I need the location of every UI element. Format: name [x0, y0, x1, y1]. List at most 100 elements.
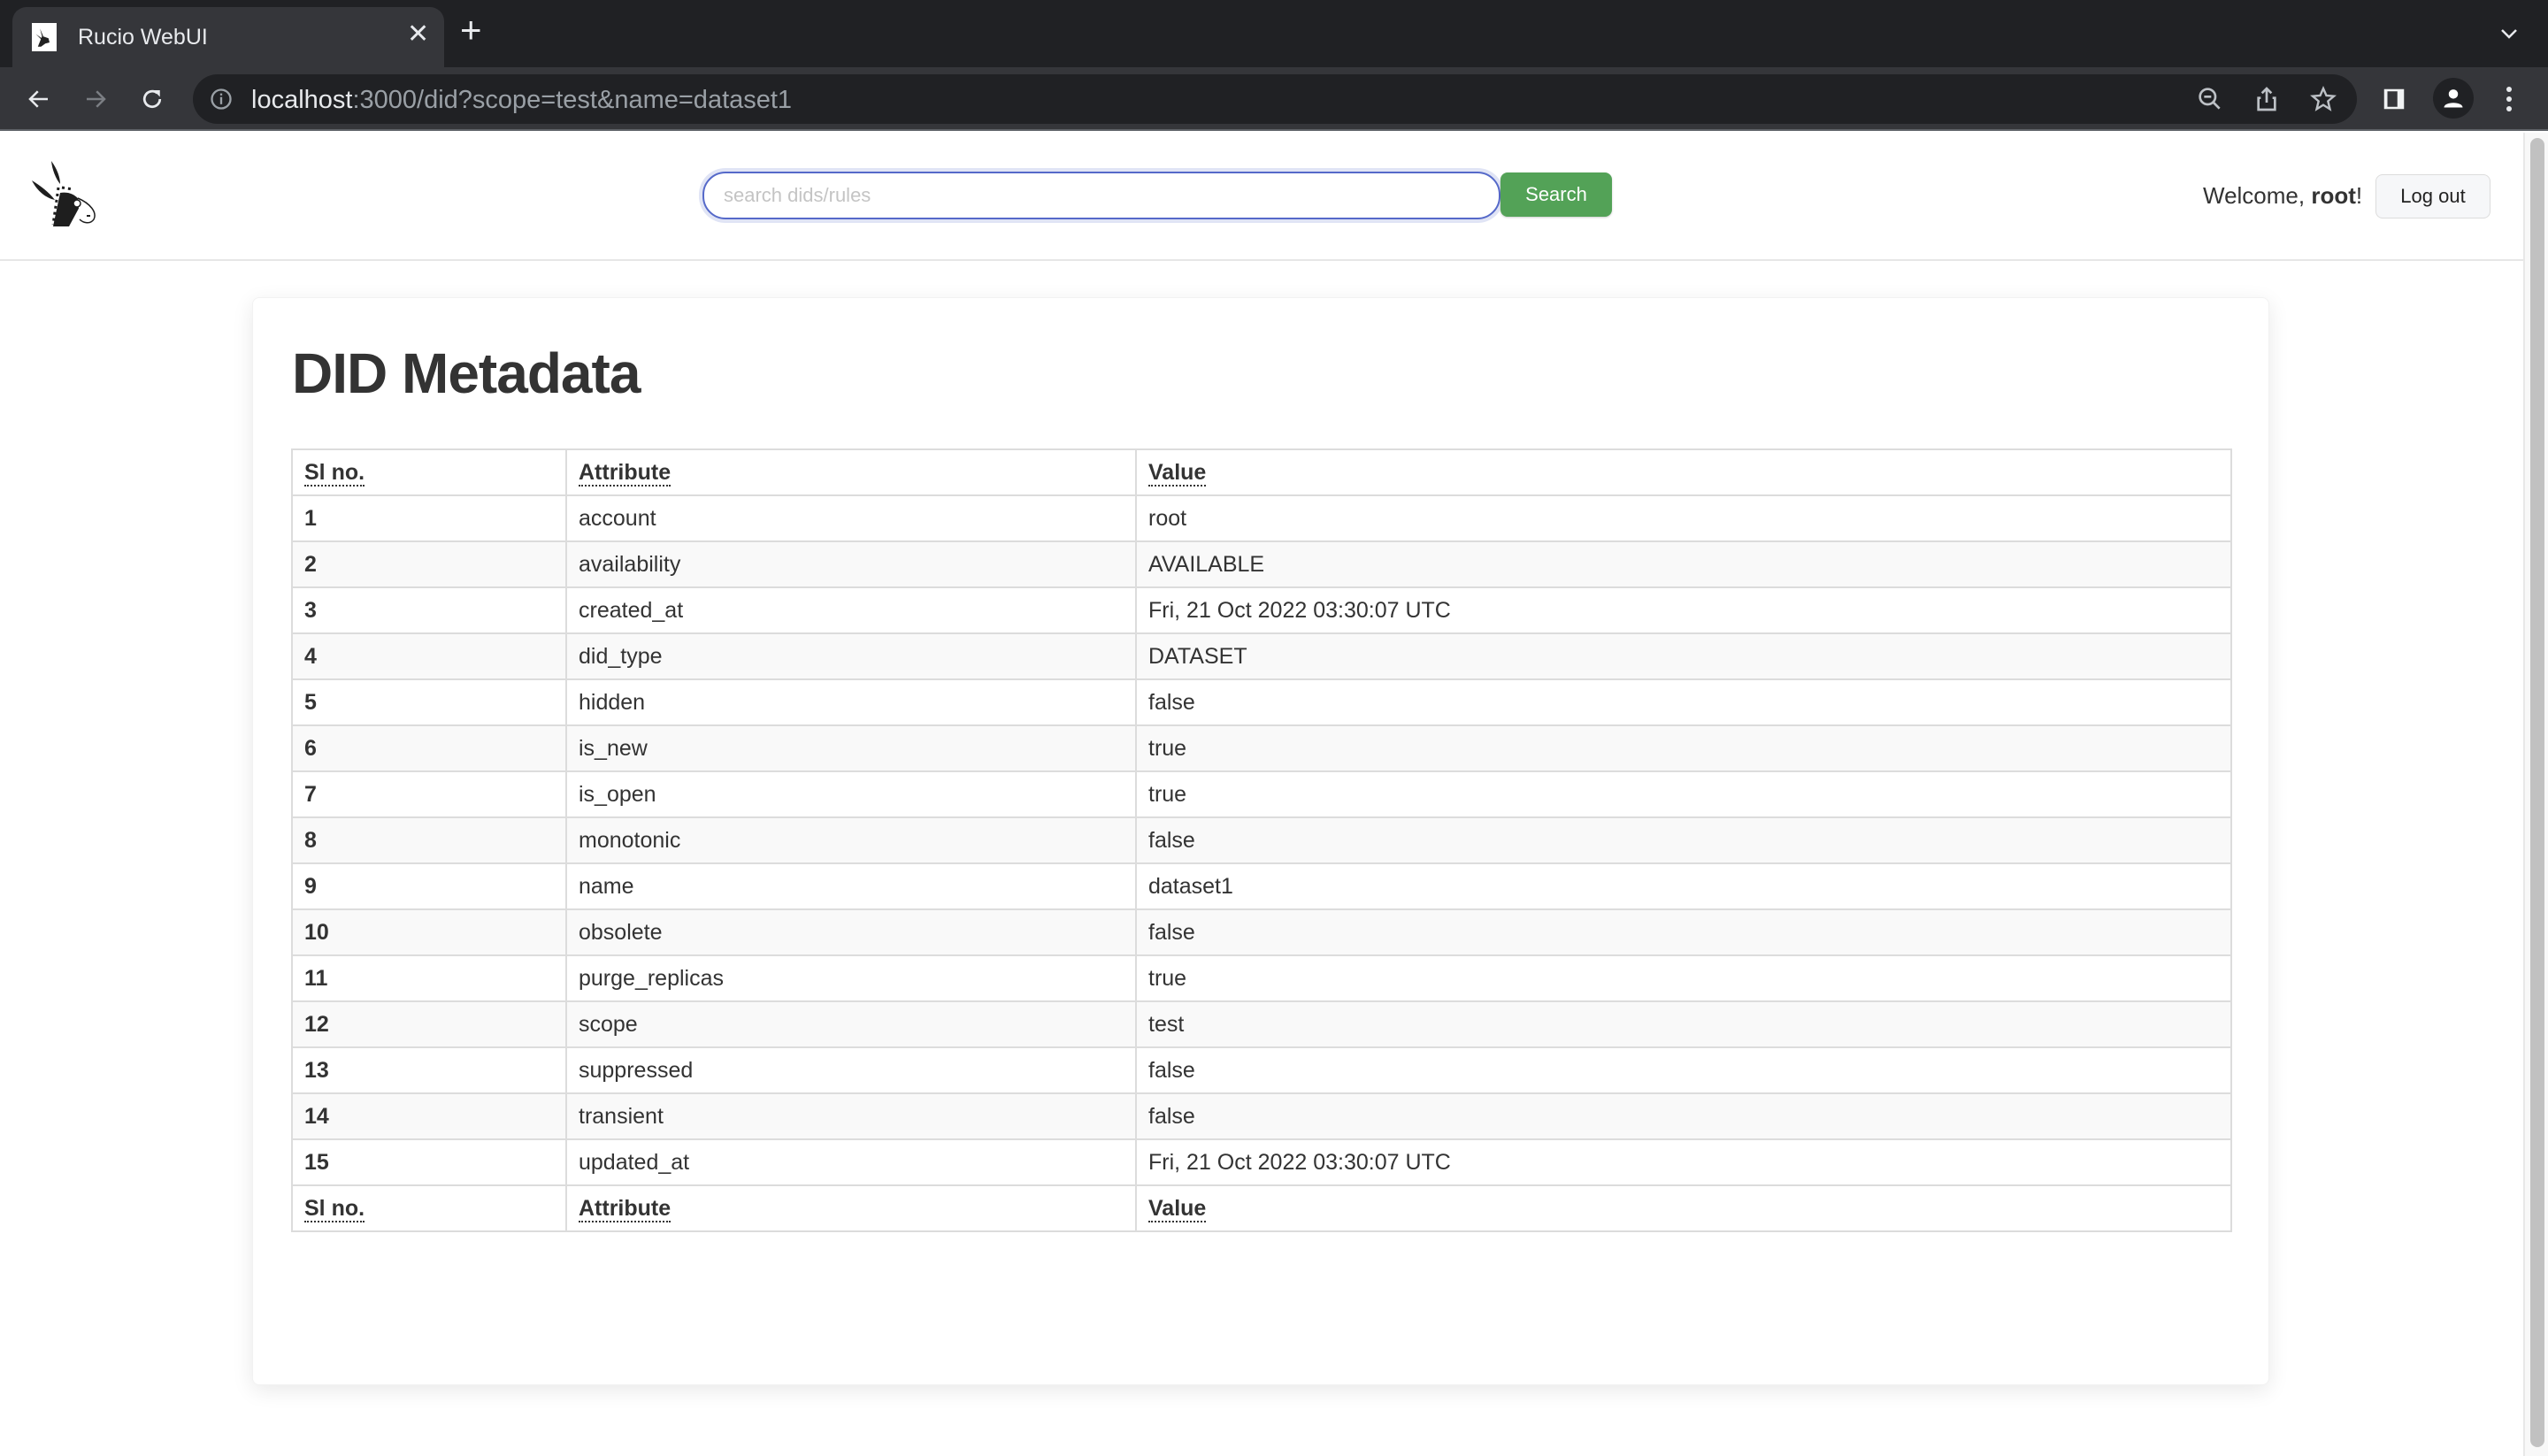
row-number: 15	[291, 1138, 567, 1186]
row-value: Fri, 21 Oct 2022 03:30:07 UTC	[1135, 586, 2232, 634]
row-value: false	[1135, 816, 2232, 864]
table-row: 15 updated_at Fri, 21 Oct 2022 03:30:07 UT…	[291, 1138, 2232, 1186]
info-icon[interactable]	[209, 87, 234, 111]
table-row: 9 name dataset1	[291, 862, 2232, 910]
row-attribute: name	[565, 862, 1137, 910]
did-metadata-card: DID Metadata Sl no. Attribute Value 1 acc…	[252, 297, 2269, 1385]
row-value: false	[1135, 1092, 2232, 1140]
row-number: 10	[291, 908, 567, 956]
page-scrollbar[interactable]	[2523, 133, 2548, 1456]
row-value: test	[1135, 1000, 2232, 1048]
row-number: 9	[291, 862, 567, 910]
close-tab-icon[interactable]: ✕	[407, 21, 429, 48]
search-button[interactable]: Search	[1500, 172, 1612, 217]
column-header-sl-no[interactable]: Sl no.	[291, 448, 567, 496]
row-attribute: is_new	[565, 724, 1137, 772]
row-value: true	[1135, 770, 2232, 818]
column-header-value[interactable]: Value	[1135, 448, 2232, 496]
table-footer-row: Sl no. Attribute Value	[291, 1184, 2232, 1232]
row-value: true	[1135, 954, 2232, 1002]
row-value: false	[1135, 678, 2232, 726]
browser-toolbar: localhost:3000/did?scope=test&name=datas…	[0, 67, 2548, 131]
logout-button[interactable]: Log out	[2375, 174, 2490, 218]
row-number: 6	[291, 724, 567, 772]
row-attribute: hidden	[565, 678, 1137, 726]
menu-icon[interactable]	[2493, 83, 2525, 115]
welcome-message: Welcome, root!	[2203, 182, 2363, 209]
reload-icon[interactable]	[133, 80, 172, 119]
table-row: 4 did_type DATASET	[291, 632, 2232, 680]
page-title: DID Metadata	[292, 341, 641, 405]
bookmark-star-icon[interactable]	[2309, 85, 2337, 113]
row-attribute: purge_replicas	[565, 954, 1137, 1002]
chevron-down-icon[interactable]	[2498, 23, 2520, 44]
tab-title: Rucio WebUI	[78, 25, 208, 50]
table-row: 1 account root	[291, 494, 2232, 542]
browser-tabstrip: Rucio WebUI ✕ +	[0, 0, 2548, 67]
page-viewport: Search Welcome, root! Log out DID Metada…	[0, 133, 2525, 1456]
row-attribute: transient	[565, 1092, 1137, 1140]
row-number: 8	[291, 816, 567, 864]
row-attribute: scope	[565, 1000, 1137, 1048]
address-bar[interactable]: localhost:3000/did?scope=test&name=datas…	[193, 74, 2357, 124]
back-icon[interactable]	[19, 80, 58, 119]
column-header-attribute[interactable]: Attribute	[565, 448, 1137, 496]
row-number: 3	[291, 586, 567, 634]
row-number: 13	[291, 1046, 567, 1094]
row-number: 1	[291, 494, 567, 542]
table-row: 8 monotonic false	[291, 816, 2232, 864]
row-number: 4	[291, 632, 567, 680]
row-attribute: monotonic	[565, 816, 1137, 864]
row-value: root	[1135, 494, 2232, 542]
footer-header-sl-no[interactable]: Sl no.	[291, 1184, 567, 1232]
table-row: 3 created_at Fri, 21 Oct 2022 03:30:07 UTC	[291, 586, 2232, 634]
table-row: 12 scope test	[291, 1000, 2232, 1048]
row-number: 14	[291, 1092, 567, 1140]
row-number: 12	[291, 1000, 567, 1048]
row-attribute: suppressed	[565, 1046, 1137, 1094]
row-value: false	[1135, 908, 2232, 956]
row-number: 2	[291, 540, 567, 588]
row-value: DATASET	[1135, 632, 2232, 680]
row-attribute: account	[565, 494, 1137, 542]
row-attribute: is_open	[565, 770, 1137, 818]
side-panel-icon[interactable]	[2378, 83, 2410, 115]
zoom-out-icon[interactable]	[2196, 85, 2224, 113]
table-row: 10 obsolete false	[291, 908, 2232, 956]
share-icon[interactable]	[2253, 85, 2281, 113]
row-attribute: obsolete	[565, 908, 1137, 956]
url-text[interactable]: localhost:3000/did?scope=test&name=datas…	[251, 86, 792, 115]
table-row: 5 hidden false	[291, 678, 2232, 726]
table-header-row: Sl no. Attribute Value	[291, 448, 2232, 496]
table-row: 7 is_open true	[291, 770, 2232, 818]
new-tab-icon[interactable]: +	[460, 11, 482, 49]
row-value: AVAILABLE	[1135, 540, 2232, 588]
metadata-table: Sl no. Attribute Value 1 account root 2 avai…	[291, 448, 2232, 1232]
footer-header-value[interactable]: Value	[1135, 1184, 2232, 1232]
rucio-favicon-icon	[32, 23, 57, 51]
row-attribute: did_type	[565, 632, 1137, 680]
table-row: 13 suppressed false	[291, 1046, 2232, 1094]
site-navbar: Search Welcome, root! Log out	[0, 133, 2525, 261]
row-value: dataset1	[1135, 862, 2232, 910]
scrollbar-thumb[interactable]	[2530, 138, 2544, 1447]
forward-icon[interactable]	[76, 80, 115, 119]
table-row: 14 transient false	[291, 1092, 2232, 1140]
row-value: false	[1135, 1046, 2232, 1094]
footer-header-attribute[interactable]: Attribute	[565, 1184, 1137, 1232]
row-value: true	[1135, 724, 2232, 772]
search-input[interactable]	[702, 172, 1500, 219]
row-number: 11	[291, 954, 567, 1002]
username: root	[2311, 182, 2356, 209]
row-attribute: updated_at	[565, 1138, 1137, 1186]
table-row: 2 availability AVAILABLE	[291, 540, 2232, 588]
rucio-logo-icon[interactable]	[27, 157, 115, 237]
row-number: 5	[291, 678, 567, 726]
table-row: 6 is_new true	[291, 724, 2232, 772]
row-attribute: created_at	[565, 586, 1137, 634]
row-number: 7	[291, 770, 567, 818]
browser-tab[interactable]: Rucio WebUI ✕	[12, 7, 444, 67]
table-row: 11 purge_replicas true	[291, 954, 2232, 1002]
row-attribute: availability	[565, 540, 1137, 588]
profile-icon[interactable]	[2433, 78, 2474, 119]
